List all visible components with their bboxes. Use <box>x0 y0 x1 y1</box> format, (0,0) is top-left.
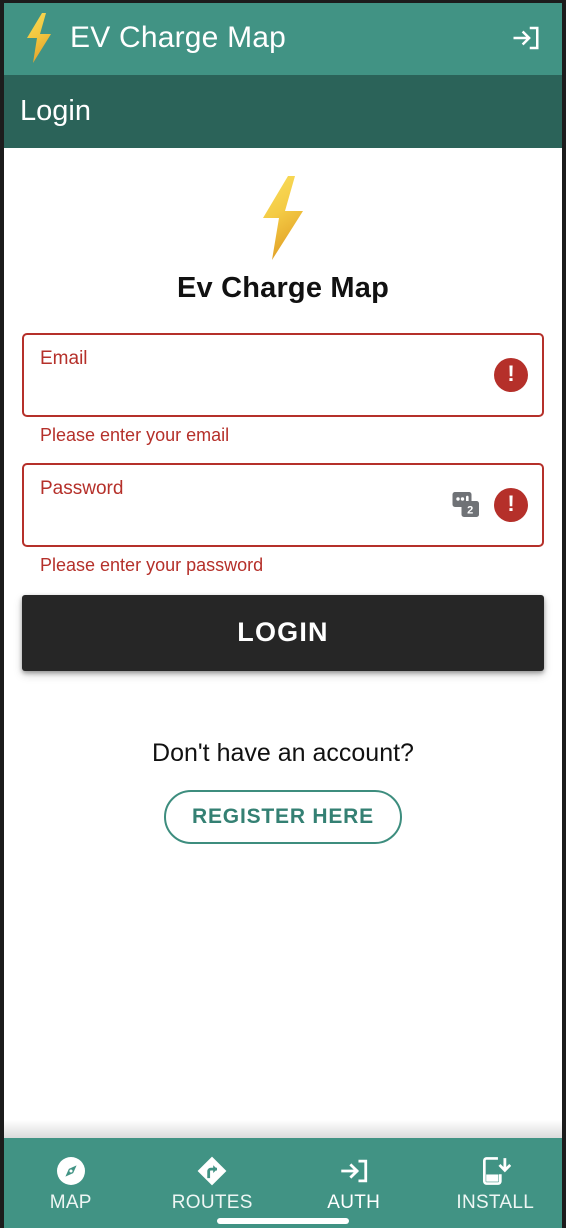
login-arrow-glyph <box>513 26 539 49</box>
email-error-text: Please enter your email <box>40 425 230 445</box>
login-arrow-icon[interactable] <box>506 18 546 58</box>
login-arrow-icon <box>341 1159 367 1182</box>
email-field[interactable]: Email ! <box>22 333 544 417</box>
autofill-badge-count: 2 <box>467 504 473 516</box>
app-window: EV Charge Map Login Ev Charge Map Email … <box>0 0 566 1228</box>
lightning-bolt-icon <box>27 12 51 63</box>
nav-item-auth[interactable]: AUTH <box>283 1138 425 1228</box>
error-icon-glyph: ! <box>507 490 515 516</box>
bottom-navigation: MAP ROUTES AUTH INSTALL <box>0 1138 566 1228</box>
email-field-icons: ! <box>494 335 528 415</box>
bottom-nav-shadow <box>0 1120 566 1138</box>
nav-label-routes: ROUTES <box>171 1191 253 1213</box>
nav-item-install[interactable]: INSTALL <box>425 1138 566 1228</box>
nav-label-auth: AUTH <box>327 1191 381 1213</box>
password-error-text: Please enter your password <box>40 554 264 575</box>
brand-block: Ev Charge Map <box>22 148 544 305</box>
app-bar: EV Charge Map <box>0 0 566 75</box>
password-autofill-icon[interactable]: 2 <box>452 491 480 519</box>
error-icon[interactable]: ! <box>494 487 528 522</box>
password-field-label: Password <box>40 477 124 499</box>
brand-name: Ev Charge Map <box>176 272 390 304</box>
route-diamond-icon <box>197 1156 227 1185</box>
nav-item-map[interactable]: MAP <box>0 1138 142 1228</box>
phone-download-icon <box>483 1156 512 1185</box>
email-field-label: Email <box>40 348 88 369</box>
register-section: Don't have an account? REGISTER HERE <box>22 739 544 844</box>
password-field[interactable]: Password 2 ! <box>22 462 544 547</box>
page-subheader: Login <box>0 75 566 148</box>
app-title: EV Charge Map <box>70 20 287 54</box>
page-title: Login <box>20 95 91 127</box>
register-prompt: Don't have an account? <box>152 738 414 767</box>
password-field-block: Password 2 ! Please enter your password <box>22 462 544 576</box>
login-button[interactable]: LOGIN <box>22 594 544 671</box>
login-content: Ev Charge Map Email ! Please enter your … <box>0 148 566 1120</box>
error-icon-glyph: ! <box>507 361 515 386</box>
nav-label-install: INSTALL <box>456 1191 535 1213</box>
register-here-button[interactable]: REGISTER HERE <box>164 789 402 844</box>
nav-item-routes[interactable]: ROUTES <box>142 1138 284 1228</box>
nav-label-map: MAP <box>49 1191 92 1213</box>
lightning-bolt-icon <box>263 176 303 260</box>
email-field-block: Email ! Please enter your email <box>22 333 544 446</box>
error-icon[interactable]: ! <box>494 358 528 392</box>
compass-icon <box>56 1156 85 1185</box>
password-field-icons: 2 ! <box>452 465 528 545</box>
home-gesture-indicator[interactable] <box>217 1218 349 1224</box>
